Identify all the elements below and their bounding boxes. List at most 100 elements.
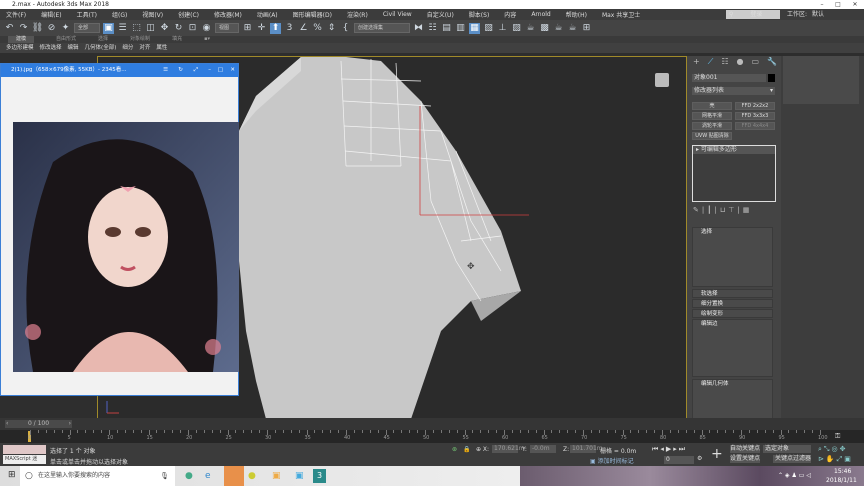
menu-icon[interactable]: ☰ <box>163 64 168 77</box>
clock-date[interactable]: 2018/1/11 <box>826 477 857 484</box>
y-coord-field[interactable]: -0.0m <box>530 445 556 453</box>
menu-views[interactable]: 视图(V) <box>142 10 163 19</box>
make-unique-icon[interactable]: ⊔ <box>720 206 728 214</box>
pin-stack-icon[interactable]: ✎ <box>693 206 702 214</box>
ribbon-options-icon[interactable]: ▪▾ <box>204 36 210 43</box>
link-icon[interactable]: ⛓ <box>32 23 43 34</box>
rollout-soft-selection[interactable]: 软选择 <box>692 289 773 298</box>
maxscript-listener[interactable] <box>3 445 46 454</box>
configure-sets-icon[interactable]: ▦ <box>743 206 753 214</box>
next-frame-icon[interactable]: › <box>69 420 71 428</box>
window-crossing-icon[interactable]: ◫ <box>145 23 156 34</box>
3dsmax-taskbar-icon[interactable]: 3 <box>313 469 326 483</box>
mirror-icon[interactable]: ⧓ <box>413 23 424 34</box>
schematic-view-icon[interactable]: ▧ <box>483 23 494 34</box>
remove-modifier-icon[interactable]: ⊤ <box>728 206 737 214</box>
modify-tab-icon[interactable]: ⟋ <box>708 56 714 68</box>
current-frame-field[interactable]: 0 <box>664 456 694 464</box>
rect-selection-icon[interactable]: ⬚ <box>131 23 142 34</box>
material-editor-icon[interactable]: ⊥ <box>497 23 508 34</box>
render-frame-icon[interactable]: ☕ <box>525 23 536 34</box>
edit-named-sets-icon[interactable]: { <box>340 23 351 34</box>
object-name-field[interactable]: 对象001 <box>692 74 766 82</box>
taskbar-search[interactable]: ○ 在这里输入你要搜索的内容 🎙 <box>20 466 175 486</box>
set-key-icon[interactable]: + <box>711 446 723 462</box>
track-bar[interactable]: 0 5 10 15 20 25 30 35 40 45 50 55 60 65 70 75 80 85 90 95 10… <box>0 430 864 443</box>
minimize-icon[interactable]: – <box>208 64 211 77</box>
zoom-all-icon[interactable]: ⤡ <box>824 445 832 453</box>
menu-max-guard[interactable]: Max 共享卫士 <box>602 10 640 19</box>
maxscript-input[interactable]: MAXScript 迷 <box>3 455 46 464</box>
ie-icon[interactable]: e <box>205 471 211 481</box>
turbosmooth-button[interactable]: 涡轮平滑 <box>692 122 732 130</box>
sign-in-dropdown[interactable]: ⚲ 登录 <box>726 10 780 19</box>
panel-geometry[interactable]: 几何体(全部) <box>85 43 117 53</box>
add-time-tag[interactable]: ▣ 添加时间标记 <box>590 456 634 465</box>
select-manipulate-icon[interactable]: ✛ <box>256 23 267 34</box>
menu-scripting[interactable]: 脚本(S) <box>469 10 490 19</box>
app-icon-1[interactable]: ● <box>185 471 193 481</box>
go-to-end-icon[interactable]: ⏭ <box>679 445 687 453</box>
rollout-subdivision-displacement[interactable]: 细分置换 <box>692 299 773 308</box>
menu-file[interactable]: 文件(F) <box>6 10 26 19</box>
x-coord-field[interactable]: 170.621m <box>492 445 525 453</box>
maximize-viewport-icon[interactable]: ▣ <box>844 455 853 463</box>
image-viewer-window[interactable]: 2(1).jpg（658×679像素, 55KB）- 2345看... ☰ ↻ … <box>0 63 239 396</box>
create-tab-icon[interactable]: + <box>693 56 700 68</box>
clock-time[interactable]: 15:46 <box>834 468 851 475</box>
start-icon[interactable]: ⊞ <box>8 470 16 480</box>
set-key-button[interactable]: 设置关键点 <box>730 455 760 463</box>
ffd4-button[interactable]: FFD 4x4x4 <box>735 122 775 130</box>
menu-animation[interactable]: 动画(A) <box>257 10 278 19</box>
key-filters-button[interactable]: 关键点过滤器 <box>773 455 811 463</box>
tab-selection[interactable]: 选择 <box>98 36 108 43</box>
redo-icon[interactable]: ↷ <box>18 23 29 34</box>
render-cloud-icon[interactable]: ☕ <box>567 23 578 34</box>
align-icon[interactable]: ☷ <box>427 23 438 34</box>
motion-tab-icon[interactable]: ● <box>736 56 743 68</box>
panel-properties[interactable]: 属性 <box>156 43 167 53</box>
curve-editor-icon[interactable]: ▦ <box>469 22 480 34</box>
utilities-tab-icon[interactable]: 🔧 <box>767 56 777 68</box>
prev-frame-icon[interactable]: ‹ <box>6 420 8 428</box>
absolute-mode-icon[interactable]: ⊕ X: <box>476 446 489 453</box>
isolate-icon[interactable]: ⊛ <box>452 446 457 453</box>
ffd3-button[interactable]: FFD 3x3x3 <box>735 112 775 120</box>
rollout-edit-geometry[interactable]: 编辑几何体 <box>692 379 773 419</box>
ribbon-toggle-icon[interactable]: ▥ <box>455 23 466 34</box>
render-icon[interactable]: ▩ <box>539 23 550 34</box>
workspace-dropdown[interactable]: 默认 <box>812 9 824 18</box>
select-by-name-icon[interactable]: ☰ <box>117 23 128 34</box>
undo-icon[interactable]: ↶ <box>4 23 15 34</box>
rollout-selection[interactable]: 选择 <box>692 227 773 287</box>
bind-space-warp-icon[interactable]: ✦ <box>60 23 71 34</box>
fov-icon[interactable]: ⊳ <box>818 455 826 463</box>
percent-snap-icon[interactable]: % <box>312 23 323 34</box>
close-icon[interactable]: ✕ <box>230 64 235 77</box>
tab-freeform[interactable]: 自由形式 <box>56 36 76 43</box>
object-color-swatch[interactable] <box>768 74 775 82</box>
hierarchy-tab-icon[interactable]: ☷ <box>721 56 728 68</box>
app-icon-4[interactable]: ▣ <box>272 471 281 481</box>
select-object-icon[interactable]: ▣ <box>103 22 114 34</box>
show-end-result-icon[interactable]: ┃ <box>707 206 714 214</box>
spinner-snap-icon[interactable]: ⇕ <box>326 23 337 34</box>
modifier-list-dropdown[interactable]: 修改器列表 ▾ <box>692 87 775 95</box>
shell-button[interactable]: 壳 <box>692 102 732 110</box>
maximize-icon[interactable]: □ <box>218 64 223 77</box>
stack-item[interactable]: ▸ 可编辑多边形 <box>693 146 775 154</box>
auto-key-button[interactable]: 自动关键点 <box>730 445 760 453</box>
rollout-paint-deformation[interactable]: 绘制变形 <box>692 309 773 318</box>
menu-graph-editors[interactable]: 图形编辑器(D) <box>293 10 332 19</box>
display-tab-icon[interactable]: ▭ <box>751 56 759 68</box>
menu-arnold[interactable]: Arnold <box>531 11 550 18</box>
app-icon-3[interactable]: ● <box>248 471 256 481</box>
key-mode-dropdown[interactable]: 选定对象 <box>763 445 811 453</box>
menu-help[interactable]: 帮助(H) <box>566 10 587 19</box>
app-icon-5[interactable]: ▣ <box>295 471 304 481</box>
microphone-icon[interactable]: 🎙 <box>160 466 169 486</box>
panel-subdivision[interactable]: 细分 <box>122 43 133 53</box>
menu-rendering[interactable]: 渲染(R) <box>347 10 368 19</box>
walk-icon[interactable]: ✋ <box>826 455 837 463</box>
track-bar-key-icon[interactable]: ⚿ <box>835 432 840 441</box>
